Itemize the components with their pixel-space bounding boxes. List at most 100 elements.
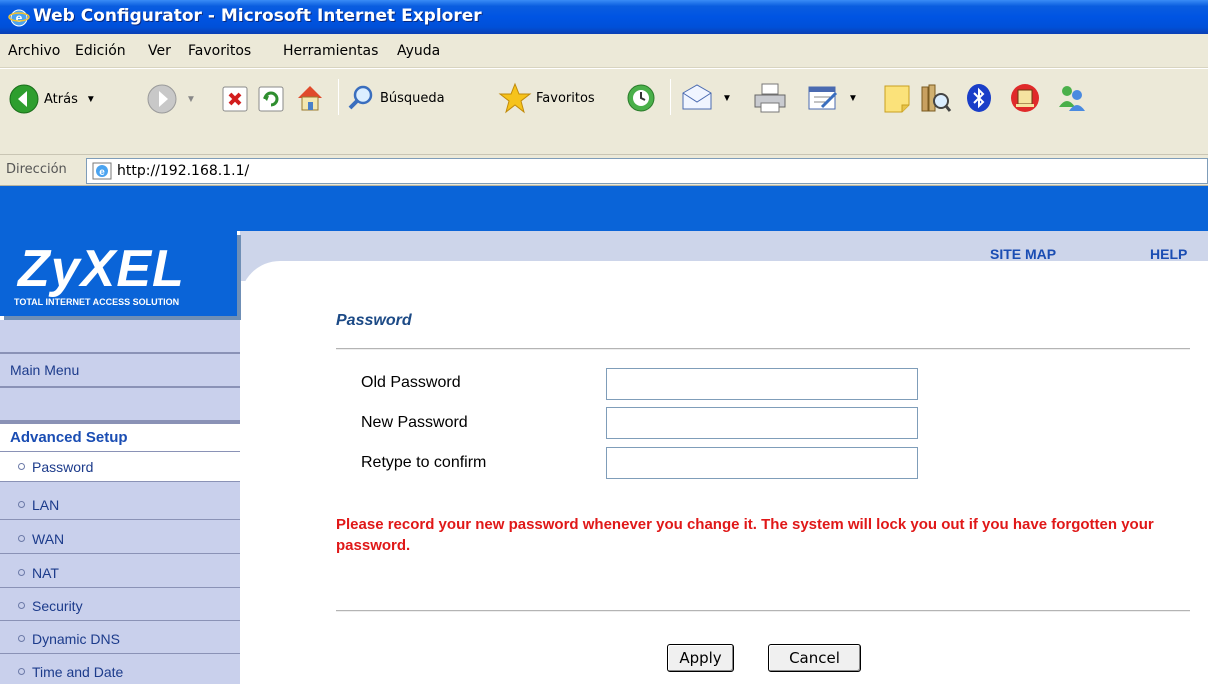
sidebar-item-label: Dynamic DNS bbox=[32, 630, 120, 647]
site-map-link[interactable]: SITE MAP bbox=[990, 246, 1056, 262]
print-button[interactable] bbox=[752, 81, 788, 115]
header-band bbox=[0, 186, 1208, 231]
toolbar: Atrás ▼ ▼ Búsqueda Favoritos ▼ ▼ bbox=[0, 68, 1208, 154]
menu-ayuda[interactable]: Ayuda bbox=[397, 43, 440, 59]
sidebar-item-label: WAN bbox=[32, 530, 65, 547]
page-icon: e bbox=[92, 162, 112, 180]
back-button[interactable]: Atrás ▼ bbox=[8, 83, 96, 115]
help-link[interactable]: HELP bbox=[1150, 246, 1187, 262]
sidebar-item-security[interactable]: Security bbox=[0, 591, 240, 621]
password-warning: Please record your new password whenever… bbox=[336, 516, 1154, 554]
bluetooth-button[interactable] bbox=[963, 82, 995, 114]
sidebar-item-label: Password bbox=[32, 458, 94, 475]
star-icon bbox=[498, 82, 532, 114]
old-password-label: Old Password bbox=[361, 374, 461, 391]
radio-icon bbox=[18, 569, 25, 576]
address-url: http://192.168.1.1/ bbox=[117, 163, 250, 179]
sidebar-blank bbox=[0, 320, 240, 354]
sidebar-item-label: NAT bbox=[32, 564, 59, 581]
advanced-setup-label: Advanced Setup bbox=[10, 429, 128, 446]
sidebar-item-lan[interactable]: LAN bbox=[0, 490, 240, 520]
edit-button[interactable]: ▼ bbox=[806, 83, 858, 113]
window-title: Web Configurator - Microsoft Internet Ex… bbox=[33, 6, 482, 26]
radio-icon bbox=[18, 535, 25, 542]
favorites-button[interactable]: Favoritos bbox=[498, 81, 595, 115]
forward-button[interactable]: ▼ bbox=[146, 83, 196, 115]
home-button[interactable] bbox=[294, 82, 326, 114]
red-plugin-icon bbox=[1011, 84, 1039, 112]
zyxel-logo: ZyXEL TOTAL INTERNET ACCESS SOLUTION bbox=[0, 231, 237, 316]
msn-messenger-button[interactable] bbox=[1054, 81, 1088, 115]
sidebar-spacer bbox=[0, 388, 240, 422]
main-menu-label: Main Menu bbox=[10, 362, 80, 378]
stop-icon bbox=[222, 86, 248, 112]
forward-arrow-icon bbox=[147, 84, 177, 114]
edit-icon bbox=[808, 86, 838, 110]
radio-icon bbox=[18, 463, 25, 470]
footer-divider bbox=[336, 610, 1190, 612]
sidebar-main-menu[interactable]: Main Menu bbox=[0, 354, 240, 388]
sidebar-item-label: Time and Date bbox=[32, 663, 124, 680]
back-label: Atrás bbox=[44, 91, 78, 107]
sidebar-item-nat[interactable]: NAT bbox=[0, 558, 240, 588]
bluetooth-icon bbox=[967, 84, 991, 112]
old-password-field[interactable] bbox=[606, 368, 918, 400]
menu-archivo[interactable]: Archivo bbox=[8, 43, 60, 59]
retype-password-field[interactable] bbox=[606, 447, 918, 479]
new-password-field[interactable] bbox=[606, 407, 918, 439]
web-page: SITE MAP HELP ZyXEL TOTAL INTERNET ACCES… bbox=[0, 186, 1208, 684]
window-title-bar: e Web Configurator - Microsoft Internet … bbox=[0, 0, 1208, 34]
forward-dropdown-icon[interactable]: ▼ bbox=[186, 94, 196, 105]
sidebar-item-time-and-date[interactable]: Time and Date bbox=[0, 657, 240, 684]
retype-password-label: Retype to confirm bbox=[361, 454, 487, 471]
back-dropdown-icon[interactable]: ▼ bbox=[86, 94, 96, 105]
menu-edicion[interactable]: Edición bbox=[75, 43, 126, 59]
svg-text:e: e bbox=[99, 167, 105, 178]
search-label: Búsqueda bbox=[380, 90, 445, 106]
sidebar-item-wan[interactable]: WAN bbox=[0, 524, 240, 554]
back-arrow-icon bbox=[9, 84, 39, 114]
research-books-icon bbox=[921, 84, 952, 112]
logo-text: ZyXEL bbox=[18, 240, 185, 298]
radio-icon bbox=[18, 501, 25, 508]
menu-ver[interactable]: Ver bbox=[148, 43, 171, 59]
address-bar: Dirección e http://192.168.1.1/ bbox=[0, 154, 1208, 186]
address-input[interactable]: e http://192.168.1.1/ bbox=[86, 158, 1208, 184]
sidebar-item-password[interactable]: Password bbox=[0, 452, 240, 482]
address-label: Dirección bbox=[6, 162, 67, 177]
mail-icon bbox=[682, 84, 712, 110]
messenger-buddies-icon bbox=[1059, 86, 1085, 111]
menu-favoritos[interactable]: Favoritos bbox=[188, 43, 251, 59]
notes-button[interactable] bbox=[882, 83, 912, 115]
sidebar-item-label: Security bbox=[32, 597, 83, 614]
favorites-label: Favoritos bbox=[536, 90, 595, 106]
home-icon bbox=[298, 86, 322, 111]
mail-button[interactable]: ▼ bbox=[680, 83, 732, 113]
new-password-label: New Password bbox=[361, 414, 468, 431]
history-button[interactable] bbox=[625, 82, 657, 114]
sidebar-item-label: LAN bbox=[32, 496, 60, 513]
note-icon bbox=[884, 85, 910, 113]
apply-button[interactable]: Apply bbox=[667, 644, 734, 672]
cancel-button[interactable]: Cancel bbox=[768, 644, 861, 672]
search-icon bbox=[348, 85, 373, 110]
sidebar-item-dynamic-dns[interactable]: Dynamic DNS bbox=[0, 624, 240, 654]
internet-explorer-icon: e bbox=[8, 9, 30, 27]
refresh-button[interactable] bbox=[257, 85, 285, 113]
menu-bar: Archivo Edición Ver Favoritos Herramient… bbox=[0, 34, 1208, 68]
logo-tagline: TOTAL INTERNET ACCESS SOLUTION bbox=[14, 297, 180, 307]
research-button[interactable] bbox=[918, 81, 952, 115]
radio-icon bbox=[18, 602, 25, 609]
menu-herramientas[interactable]: Herramientas bbox=[283, 43, 378, 59]
mail-dropdown-icon[interactable]: ▼ bbox=[722, 93, 732, 104]
sidebar-section-advanced-setup[interactable]: Advanced Setup bbox=[0, 422, 240, 452]
radio-icon bbox=[18, 635, 25, 642]
messenger-plugin-button[interactable] bbox=[1008, 81, 1042, 115]
edit-dropdown-icon[interactable]: ▼ bbox=[848, 93, 858, 104]
title-divider bbox=[336, 348, 1190, 350]
refresh-icon bbox=[258, 86, 284, 112]
stop-button[interactable] bbox=[221, 85, 249, 113]
search-button[interactable]: Búsqueda bbox=[346, 83, 445, 113]
page-title: Password bbox=[336, 312, 412, 329]
radio-icon bbox=[18, 668, 25, 675]
